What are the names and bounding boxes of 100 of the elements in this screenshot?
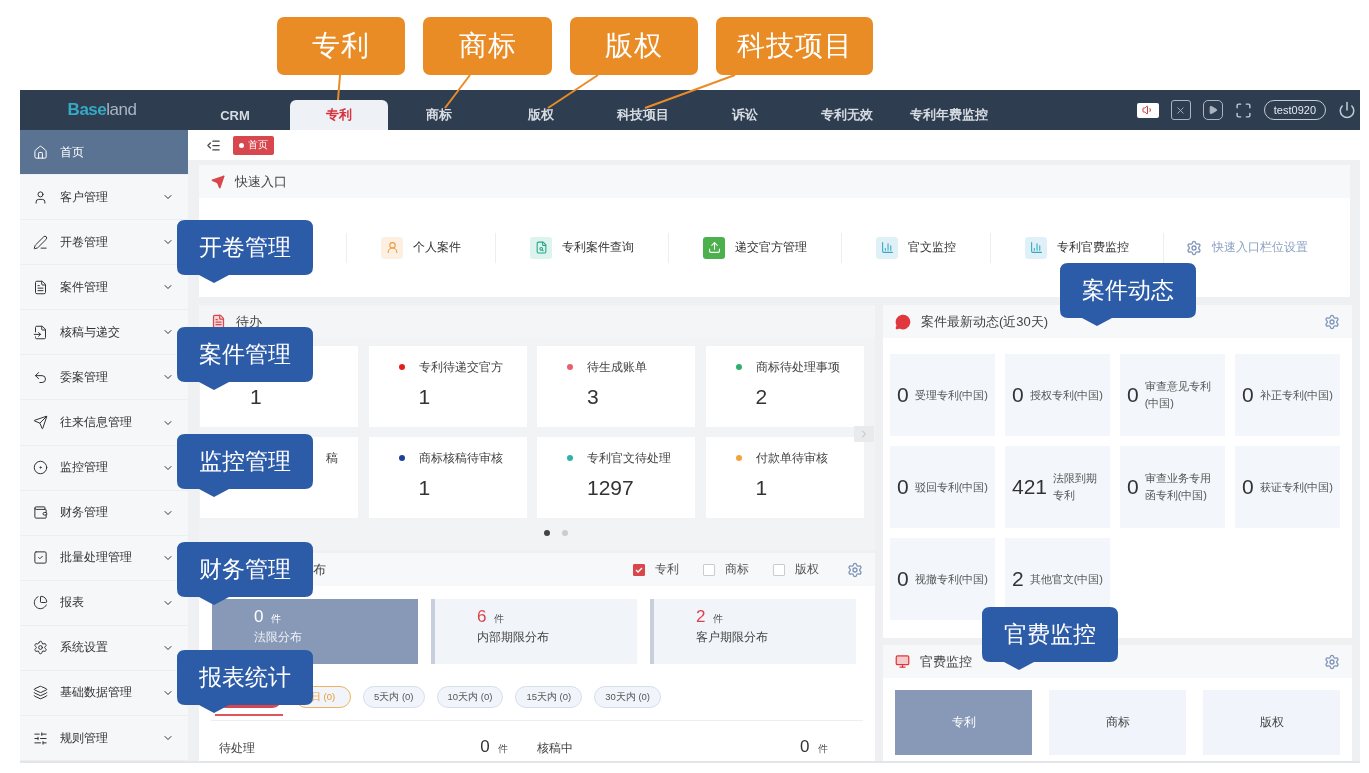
- nav-tab[interactable]: 诉讼: [694, 100, 796, 130]
- checkbox[interactable]: [703, 563, 715, 576]
- upload-icon: [703, 236, 725, 259]
- menu-item-icon: [33, 730, 48, 746]
- fee-tab[interactable]: 版权: [1203, 690, 1340, 755]
- sidebar-item[interactable]: 首页: [20, 130, 188, 176]
- tab-callout: 科技项目: [716, 17, 873, 75]
- row-unit: 件: [497, 742, 509, 756]
- nav-tab[interactable]: CRM: [184, 100, 286, 130]
- todo-label: 专利待递交官方: [418, 359, 503, 375]
- deadline-stat-card[interactable]: 6 件 内部期限分布: [431, 599, 637, 664]
- speaker-icon[interactable]: [1136, 102, 1159, 118]
- row-label: 待处理: [219, 741, 256, 756]
- page-dot[interactable]: [562, 530, 568, 536]
- activity-card[interactable]: 0 补正专利(中国): [1235, 354, 1340, 436]
- activity-label: 审查业务专用函专利(中国): [1144, 471, 1212, 503]
- nav-tab[interactable]: 版权: [490, 100, 592, 130]
- checkbox[interactable]: [773, 563, 785, 576]
- nav-tab[interactable]: 商标: [388, 100, 490, 130]
- todo-label: 付款单待审核: [755, 450, 828, 466]
- todo-card[interactable]: 付款单待审核 1: [705, 437, 864, 518]
- activity-count: 0: [897, 567, 909, 591]
- sidebar-label: 开卷管理: [60, 233, 109, 251]
- person-icon: [381, 236, 403, 259]
- checkbox[interactable]: [633, 563, 645, 576]
- fullscreen-icon[interactable]: [1234, 101, 1252, 119]
- power-icon[interactable]: [1338, 101, 1356, 119]
- activity-card[interactable]: 0 受理专利(中国): [890, 354, 995, 436]
- sidebar-label: 规则管理: [60, 729, 109, 747]
- menu-icon[interactable]: [206, 137, 221, 153]
- settings-icon[interactable]: [1324, 313, 1340, 330]
- todo-card[interactable]: 商标待处理事项 2: [705, 346, 864, 427]
- panel-title: 官费监控: [920, 652, 973, 671]
- todo-count: 1: [417, 385, 432, 409]
- settings-icon[interactable]: [1324, 653, 1340, 670]
- stat-unit: 件: [713, 612, 724, 626]
- activity-count: 2: [1012, 567, 1024, 591]
- gear-icon: [1186, 239, 1202, 256]
- play-icon[interactable]: [1202, 100, 1223, 120]
- nav-tab[interactable]: 专利年费监控: [898, 100, 1000, 130]
- quick-entry-link[interactable]: 专利官费监控: [990, 232, 1163, 263]
- nav-tab[interactable]: 科技项目: [592, 100, 694, 130]
- sidebar-label: 批量处理管理: [60, 549, 133, 567]
- quick-entry-link[interactable]: 专利案件查询: [495, 232, 668, 263]
- stat-value: 0: [254, 607, 264, 627]
- todo-count: 1297: [586, 476, 635, 500]
- fee-tab[interactable]: 商标: [1049, 690, 1186, 755]
- todo-label: 商标核稿待审核: [418, 450, 503, 466]
- activity-card[interactable]: 0 授权专利(中国): [1005, 354, 1110, 436]
- activity-count: 0: [1242, 383, 1254, 407]
- menu-item-icon: [33, 505, 48, 521]
- quick-entry-link[interactable]: 官文监控: [841, 232, 990, 263]
- activity-count: 0: [1012, 383, 1024, 407]
- checkbox-label: 商标: [725, 562, 749, 577]
- activity-card[interactable]: 0 视撤专利(中国): [890, 538, 995, 620]
- sidebar-label: 财务管理: [60, 504, 109, 522]
- row-value: 0: [800, 737, 810, 757]
- monitor-icon: [895, 654, 910, 669]
- todo-label: 商标待处理事项: [755, 359, 840, 375]
- activity-card[interactable]: 0 获证专利(中国): [1235, 446, 1340, 528]
- page-dot[interactable]: [544, 530, 550, 536]
- todo-card[interactable]: 商标核稿待审核 1: [368, 437, 527, 518]
- leader-line: [337, 74, 341, 101]
- todo-count: 1: [417, 476, 432, 500]
- todo-card[interactable]: 专利待递交官方 1: [368, 346, 527, 427]
- quick-entry-link[interactable]: 递交官方管理: [668, 232, 841, 263]
- nav-tab[interactable]: 专利: [290, 100, 388, 130]
- todo-card[interactable]: 待生成账单 3: [537, 346, 695, 427]
- settings-icon[interactable]: [847, 561, 863, 578]
- menu-item-icon: [33, 144, 48, 160]
- deadline-stat-card[interactable]: 2 件 客户期限分布: [650, 599, 856, 664]
- menu-item-icon: [33, 234, 48, 250]
- filter-chip[interactable]: 10天内 (0): [436, 686, 504, 708]
- filter-chip[interactable]: 30天内 (0): [594, 686, 662, 708]
- sidebar-label: 监控管理: [60, 459, 109, 477]
- activity-label: 获证专利(中国): [1259, 479, 1334, 495]
- sidebar-label: 客户管理: [60, 188, 109, 206]
- activity-card[interactable]: 0 驳回专利(中国): [890, 446, 995, 528]
- row-value: 0: [480, 737, 490, 757]
- nav-tab[interactable]: 专利无效: [796, 100, 898, 130]
- activity-label: 驳回专利(中国): [914, 479, 989, 495]
- stat-label: 法限分布: [254, 630, 303, 645]
- stat-value: 6: [477, 607, 487, 627]
- activity-label: 审查意见专利(中国): [1144, 379, 1212, 411]
- todo-card[interactable]: 专利官文待处理 1297: [537, 437, 695, 518]
- quick-entry-link[interactable]: 个人案件: [346, 232, 495, 263]
- menu-item-icon: [33, 279, 48, 295]
- close-icon[interactable]: [1170, 100, 1191, 120]
- activity-count: 421: [1012, 475, 1048, 499]
- todo-label: 稿: [326, 450, 338, 466]
- menu-item-icon: [33, 369, 48, 385]
- filter-chip[interactable]: 5天内 (0): [363, 686, 425, 708]
- menu-item-icon: [33, 640, 48, 656]
- sidebar-label: 委案管理: [60, 368, 109, 386]
- breadcrumb-tag[interactable]: 首页: [233, 135, 274, 155]
- activity-count: 0: [1127, 383, 1139, 407]
- row-unit: 件: [817, 742, 829, 756]
- filter-chip[interactable]: 15天内 (0): [515, 686, 583, 708]
- row-label: 核稿中: [537, 741, 574, 756]
- todo-count: 2: [754, 385, 769, 409]
